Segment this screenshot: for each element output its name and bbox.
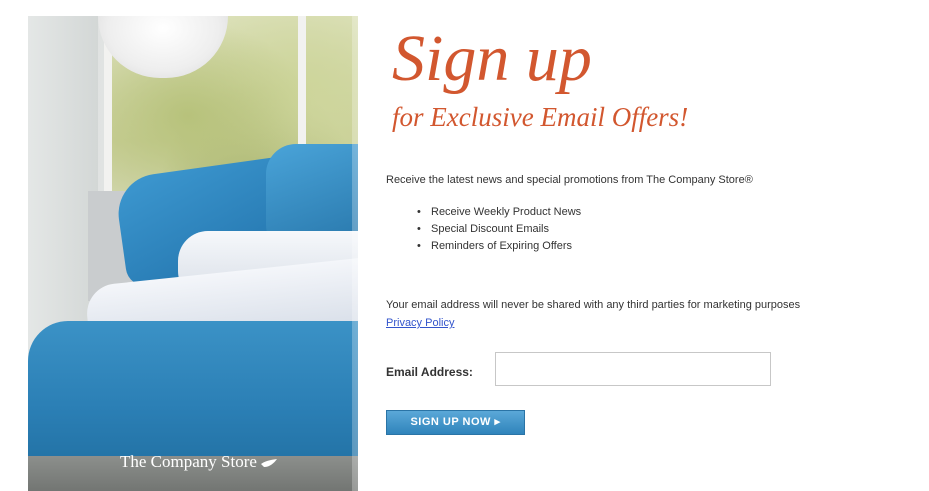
email-label: Email Address: bbox=[386, 365, 473, 379]
brand-logo: The Company Store bbox=[120, 452, 278, 472]
privacy-policy-link[interactable]: Privacy Policy bbox=[386, 317, 454, 329]
headline: Sign up bbox=[392, 22, 592, 95]
signup-page: The Company Store Sign up for Exclusive … bbox=[0, 0, 929, 491]
privacy-note: Your email address will never be shared … bbox=[386, 299, 801, 311]
list-item: Reminders of Expiring Offers bbox=[417, 238, 581, 255]
bird-icon bbox=[261, 458, 278, 467]
sign-up-button[interactable]: SIGN UP NOW ▸ bbox=[386, 410, 525, 435]
benefits-list: Receive Weekly Product News Special Disc… bbox=[417, 204, 581, 255]
subheadline: for Exclusive Email Offers! bbox=[392, 102, 689, 132]
intro-text: Receive the latest news and special prom… bbox=[386, 174, 753, 186]
list-item: Special Discount Emails bbox=[417, 221, 581, 238]
email-field[interactable] bbox=[495, 352, 771, 386]
list-item: Receive Weekly Product News bbox=[417, 204, 581, 221]
bedroom-photo: The Company Store bbox=[28, 16, 358, 491]
brand-name: The Company Store bbox=[120, 452, 257, 471]
